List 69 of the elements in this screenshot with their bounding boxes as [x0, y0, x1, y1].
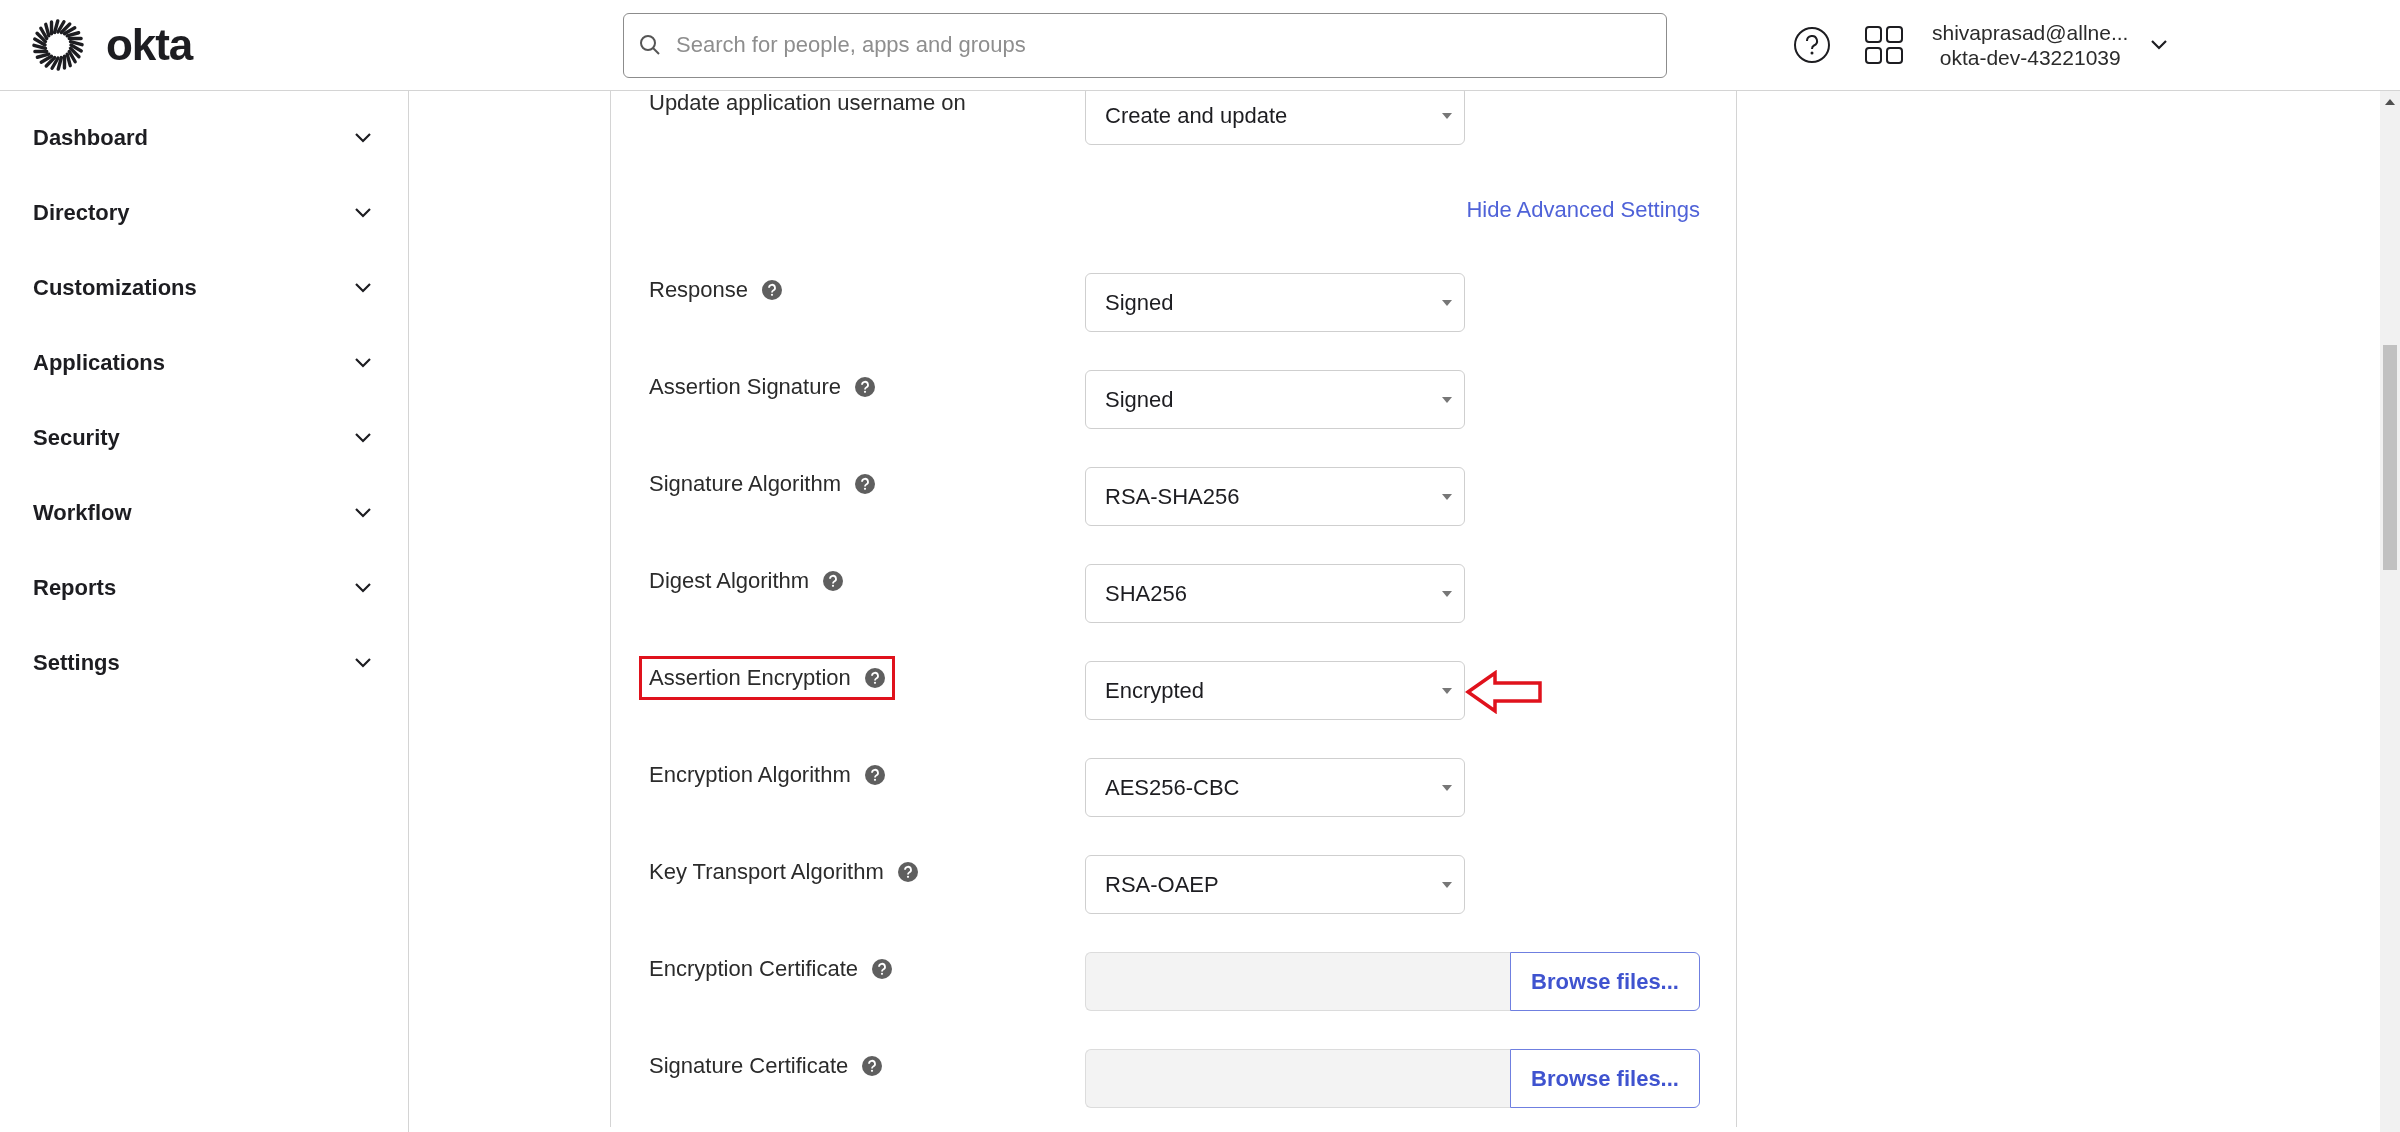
nav-item[interactable]: Settings: [0, 625, 408, 700]
help-icon[interactable]: [897, 862, 918, 882]
field-label: Update application username on: [649, 91, 966, 115]
select-dropdown[interactable]: AES256-CBC: [1085, 758, 1465, 817]
browse-files-button[interactable]: Browse files...: [1510, 1049, 1700, 1108]
field-label: Assertion Encryption: [649, 666, 851, 690]
chevron-icon: [354, 506, 372, 519]
browse-files-button[interactable]: Browse files...: [1510, 952, 1700, 1011]
field-label: Signature Algorithm: [649, 472, 841, 496]
dropdown-caret-icon: [1442, 784, 1452, 791]
file-input-field[interactable]: [1085, 1049, 1510, 1108]
dropdown-caret-icon: [1442, 493, 1452, 500]
dropdown-caret-icon: [1442, 299, 1452, 306]
dropdown-caret-icon: [1442, 112, 1452, 119]
chevron-icon: [354, 131, 372, 144]
dropdown-caret-icon: [1442, 396, 1452, 403]
dropdown-caret-icon: [1442, 590, 1452, 597]
help-icon[interactable]: [864, 765, 885, 785]
arrow-icon: [1465, 670, 1543, 714]
scroll-up-icon[interactable]: [2385, 99, 2395, 105]
select-dropdown[interactable]: Create and update: [1085, 91, 1465, 145]
nav-item[interactable]: Security: [0, 400, 408, 475]
chevron-icon: [354, 206, 372, 219]
scrollbar-thumb[interactable]: [2383, 345, 2397, 570]
nav-item[interactable]: Customizations: [0, 250, 408, 325]
select-dropdown[interactable]: SHA256: [1085, 564, 1465, 623]
chevron-icon: [354, 656, 372, 669]
nav-item[interactable]: Reports: [0, 550, 408, 625]
advanced-settings-link[interactable]: Hide Advanced Settings: [1466, 192, 1700, 226]
field-label: Response: [649, 278, 749, 302]
field-label: Encryption Certificate: [649, 957, 859, 981]
app-grid-icon[interactable]: [1865, 26, 1903, 64]
select-dropdown[interactable]: Signed: [1085, 273, 1465, 332]
nav-item[interactable]: Directory: [0, 175, 408, 250]
chevron-icon: [354, 431, 372, 444]
dropdown-caret-icon: [1442, 687, 1452, 694]
help-icon[interactable]: [855, 474, 875, 494]
brand-name: okta: [106, 23, 193, 67]
user-email[interactable]: shivaprasad@allne...: [1932, 20, 2129, 45]
nav-item[interactable]: Workflow: [0, 475, 408, 550]
chevron-icon: [354, 281, 372, 294]
help-icon[interactable]: [864, 668, 885, 688]
help-icon[interactable]: [762, 280, 783, 300]
field-label: Key Transport Algorithm: [649, 860, 884, 884]
field-label: Digest Algorithm: [649, 569, 810, 593]
chevron-icon: [354, 356, 372, 369]
select-dropdown[interactable]: RSA-SHA256: [1085, 467, 1465, 526]
select-dropdown[interactable]: RSA-OAEP: [1085, 855, 1465, 914]
help-icon[interactable]: [872, 959, 893, 979]
search-icon: [639, 33, 661, 56]
chevron-icon: [354, 581, 372, 594]
select-dropdown[interactable]: Signed: [1085, 370, 1465, 429]
nav-item[interactable]: Applications: [0, 325, 408, 400]
org-name: okta-dev-43221039: [1939, 45, 2121, 70]
file-input-field[interactable]: [1085, 952, 1510, 1011]
field-label: Assertion Signature: [649, 375, 841, 399]
help-icon[interactable]: [862, 1056, 883, 1076]
field-label: Signature Certificate: [649, 1054, 849, 1078]
help-icon[interactable]: [1793, 26, 1831, 64]
field-label: Encryption Algorithm: [649, 763, 851, 787]
help-icon[interactable]: [855, 377, 875, 397]
logo-icon: [32, 19, 84, 71]
search-field[interactable]: Search for people, apps and groups: [623, 12, 1667, 78]
help-icon[interactable]: [823, 571, 844, 591]
select-dropdown[interactable]: Encrypted: [1085, 661, 1465, 720]
nav-item[interactable]: Dashboard: [0, 100, 408, 175]
chevron-down-icon[interactable]: [2150, 39, 2169, 51]
dropdown-caret-icon: [1442, 881, 1452, 888]
scrollbar[interactable]: [2380, 91, 2400, 1132]
